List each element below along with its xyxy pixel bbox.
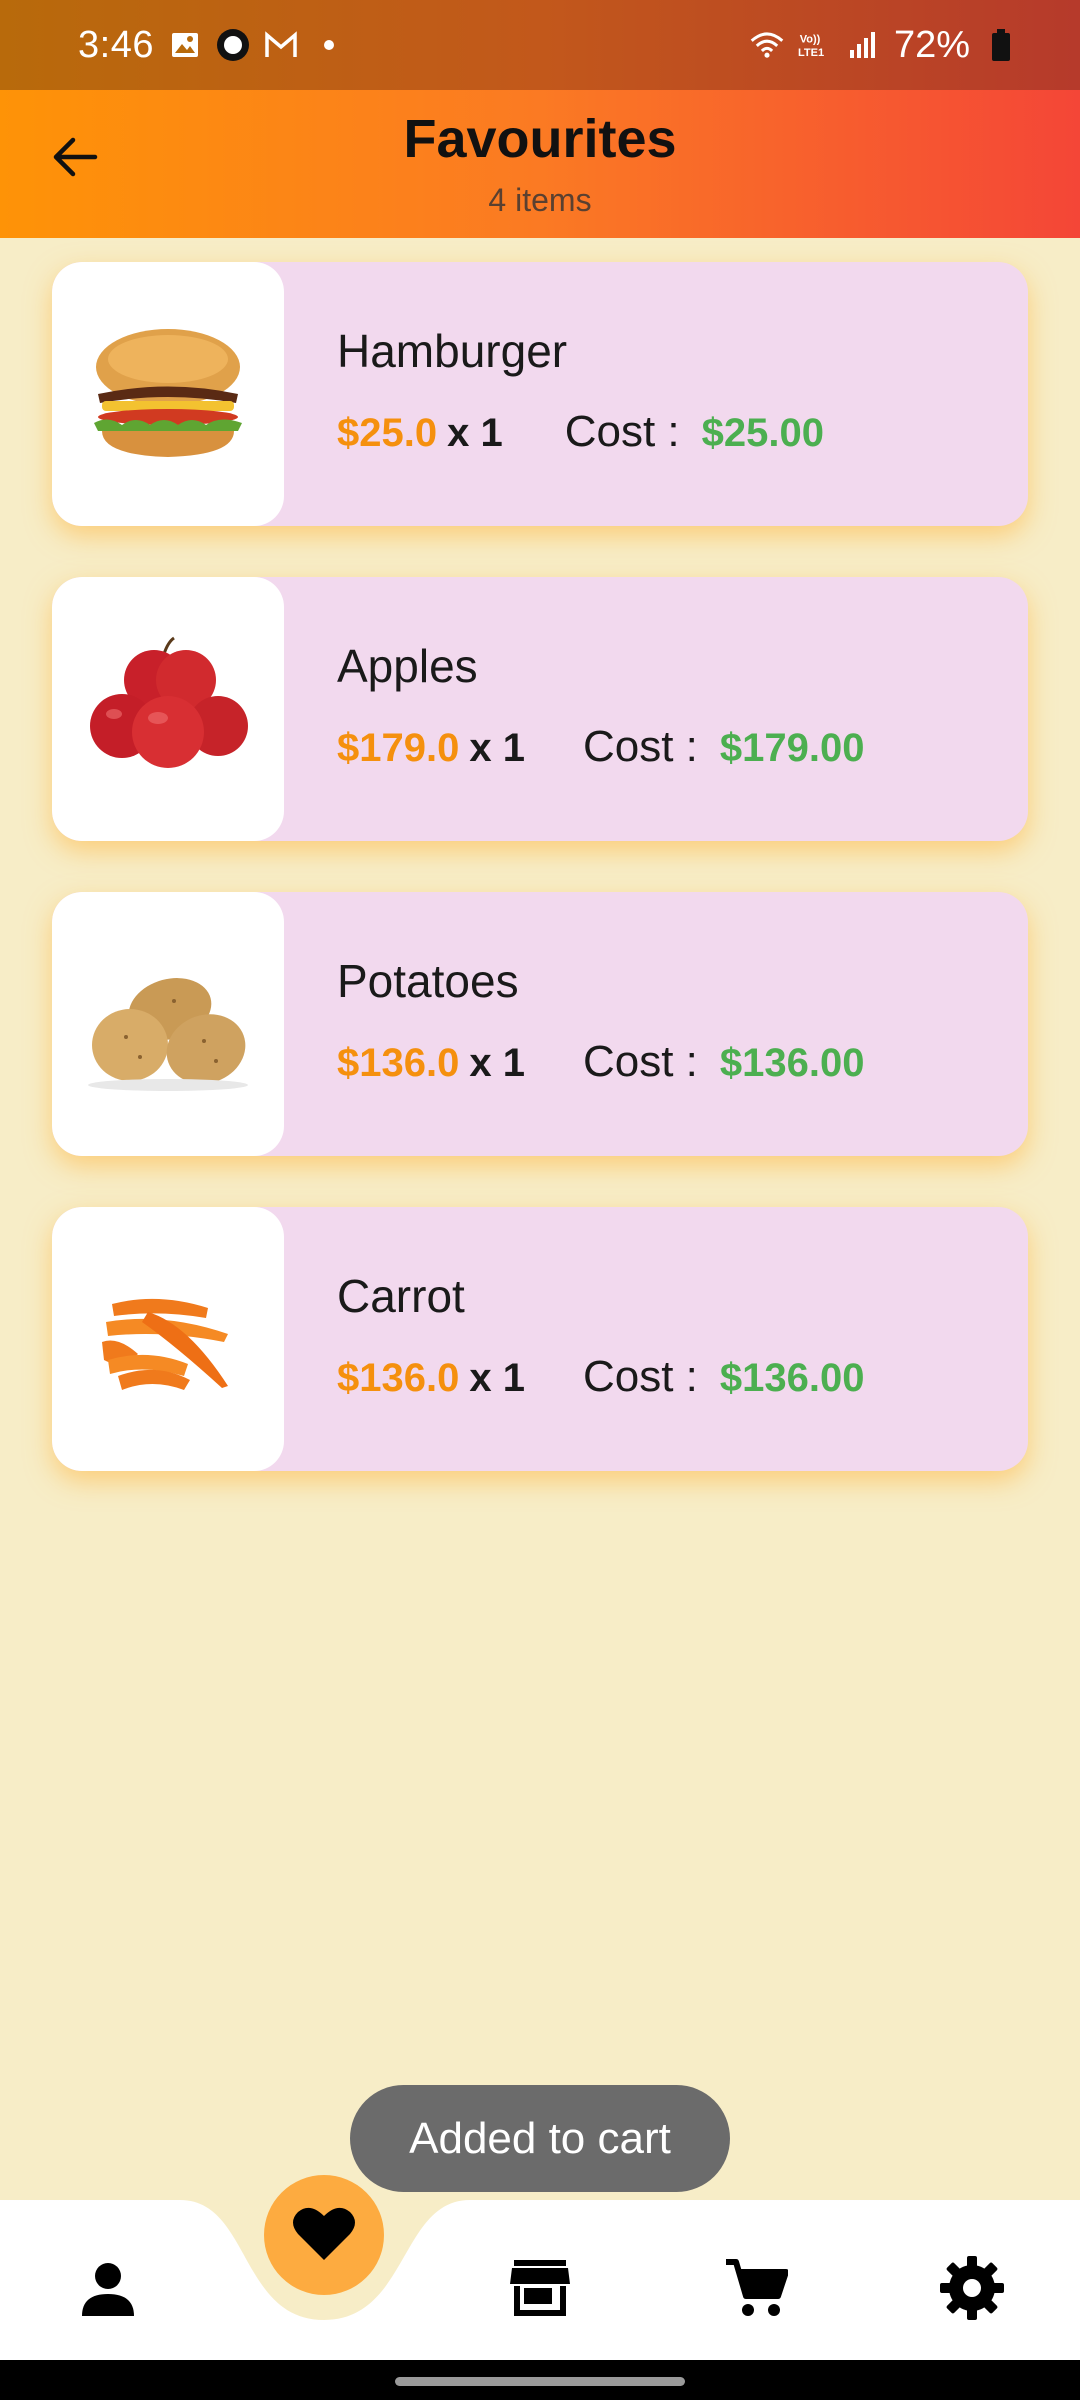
item-cost: $179.00	[719, 726, 865, 770]
status-bar: 3:46 Vo)) LTE1 72%	[0, 0, 1080, 90]
item-cost: $136.00	[719, 1041, 865, 1085]
cart-icon	[724, 2256, 789, 2325]
nav-favourites-button[interactable]	[264, 2175, 384, 2295]
svg-text:LTE1: LTE1	[798, 47, 824, 59]
status-right: Vo)) LTE1 72%	[750, 24, 1018, 67]
item-name: Potatoes	[337, 955, 519, 1007]
system-navigation-bar	[0, 2360, 1080, 2400]
store-icon	[508, 2258, 572, 2323]
cost-label: Cost :	[582, 722, 698, 771]
favourite-item-card[interactable]: Hamburger $25.0 x 1 Cost : $25.00	[52, 262, 1028, 526]
person-icon	[78, 2258, 138, 2323]
page-title: Favourites	[403, 109, 677, 169]
volte-icon: Vo)) LTE1	[798, 28, 832, 62]
apples-image	[52, 577, 284, 841]
battery-icon	[984, 28, 1018, 62]
image-icon	[168, 28, 202, 62]
cost-label: Cost :	[582, 1037, 698, 1086]
item-quantity: x 1	[469, 1356, 525, 1400]
item-name: Carrot	[337, 1270, 465, 1322]
item-price: $179.0	[337, 726, 460, 770]
home-indicator[interactable]	[395, 2377, 685, 2386]
battery-percent: 72%	[893, 23, 970, 66]
signal-icon	[846, 28, 880, 62]
item-price-row: $25.0 x 1 Cost : $25.00	[337, 407, 824, 457]
favourites-list: Hamburger $25.0 x 1 Cost : $25.00 Apples	[52, 262, 1028, 1522]
settings-icon	[940, 2255, 1004, 2325]
item-price-row: $179.0 x 1 Cost : $179.00	[337, 722, 864, 772]
nav-store[interactable]	[490, 2240, 590, 2340]
nav-profile[interactable]	[58, 2240, 158, 2340]
cost-label: Cost :	[564, 407, 680, 456]
item-quantity: x 1	[447, 411, 503, 455]
potatoes-image	[52, 892, 284, 1156]
item-price: $25.0	[337, 411, 438, 455]
favourite-item-card[interactable]: Potatoes $136.0 x 1 Cost : $136.00	[52, 892, 1028, 1156]
carrot-image	[52, 1207, 284, 1471]
wifi-icon	[750, 28, 784, 62]
toast-message: Added to cart	[350, 2085, 730, 2192]
item-price-row: $136.0 x 1 Cost : $136.00	[337, 1352, 864, 1402]
page-subtitle: 4 items	[488, 182, 592, 218]
item-name: Hamburger	[337, 325, 568, 377]
nav-settings[interactable]	[922, 2240, 1022, 2340]
item-name: Apples	[337, 640, 478, 692]
item-cost: $136.00	[719, 1356, 865, 1400]
gmail-icon	[264, 28, 298, 62]
item-price-row: $136.0 x 1 Cost : $136.00	[337, 1037, 864, 1087]
item-price: $136.0	[337, 1041, 460, 1085]
favourite-item-card[interactable]: Carrot $136.0 x 1 Cost : $136.00	[52, 1207, 1028, 1471]
item-cost: $25.00	[701, 411, 824, 455]
item-price: $136.0	[337, 1356, 460, 1400]
favourite-item-card[interactable]: Apples $179.0 x 1 Cost : $179.00	[52, 577, 1028, 841]
dot-icon	[312, 28, 346, 62]
status-left: 3:46	[78, 24, 346, 67]
cost-label: Cost :	[582, 1352, 698, 1401]
nav-cart[interactable]	[706, 2240, 806, 2340]
heart-icon	[292, 2204, 356, 2267]
bottom-navigation	[0, 2200, 1080, 2360]
app-header: Favourites 4 items	[0, 90, 1080, 238]
svg-text:Vo)): Vo))	[800, 33, 821, 45]
app-icon	[216, 28, 250, 62]
status-time: 3:46	[78, 23, 154, 66]
item-quantity: x 1	[469, 1041, 525, 1085]
item-quantity: x 1	[469, 726, 525, 770]
hamburger-image	[52, 262, 284, 526]
